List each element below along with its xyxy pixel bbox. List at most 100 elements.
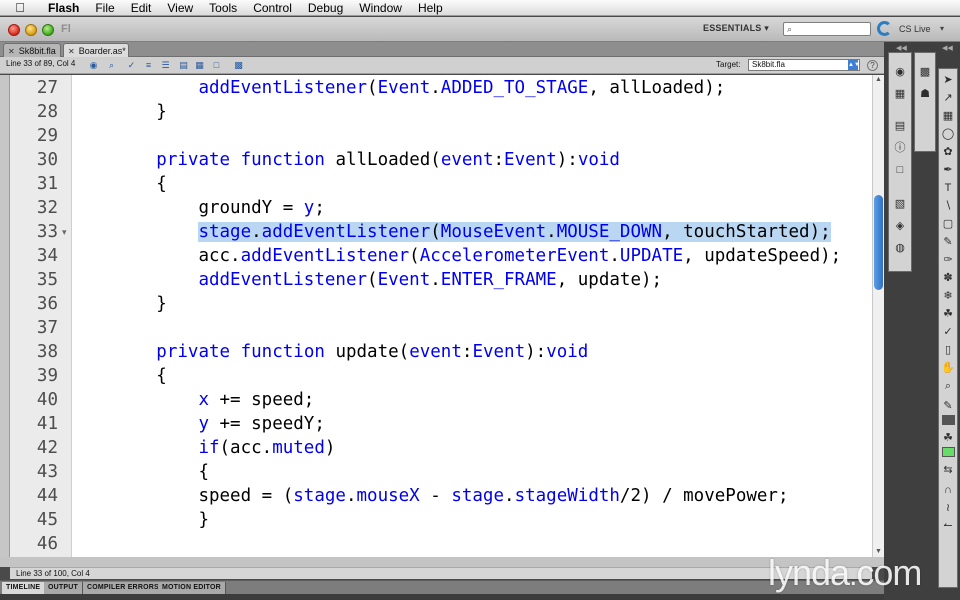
code-line[interactable]: } [72,100,167,124]
apple-menu-icon[interactable]:  [0,0,40,15]
auto-format-icon[interactable]: ≡ [143,60,154,71]
panel-icon-column-2: ▩ ☗ [914,52,936,152]
code-line[interactable]: x += speed; [72,388,314,412]
fill-color-icon[interactable]: ☘ [941,431,955,445]
pen-tool-icon[interactable]: ✒ [941,163,955,177]
close-tab-icon[interactable]: ✕ [68,47,75,56]
vertical-scrollbar[interactable]: ▲ ▼ [872,75,884,557]
pencil-tool-icon[interactable]: ✎ [941,235,955,249]
info-panel-icon[interactable]: ⓘ [893,141,907,155]
paint-bucket-tool-icon[interactable]: ☘ [941,307,955,321]
expand-icon[interactable]: ▦ [194,60,205,71]
text-tool-icon[interactable]: T [941,181,955,195]
subselection-tool-icon[interactable]: ↗ [941,91,955,105]
show-code-hint-icon[interactable]: ☰ [160,60,171,71]
code-line[interactable]: private function allLoaded(event:Event):… [72,148,620,172]
line-tool-icon[interactable]: ∖ [941,199,955,213]
code-line[interactable]: stage.addEventListener(MouseEvent.MOUSE_… [72,220,831,244]
code-snippets-icon[interactable]: ▩ [233,60,244,71]
menu-window[interactable]: Window [351,0,410,16]
eyedropper-tool-icon[interactable]: ✓ [941,325,955,339]
code-line[interactable]: acc.addEventListener(AccelerometerEvent.… [72,244,841,268]
menu-debug[interactable]: Debug [300,0,351,16]
menu-view[interactable]: View [159,0,201,16]
collapse-icon[interactable]: ▤ [178,60,189,71]
insert-target-path-icon[interactable]: ◉ [88,60,99,71]
properties-panel-icon[interactable]: ▩ [918,65,932,79]
history-panel-icon[interactable]: ▧ [893,197,907,211]
eraser-tool-icon[interactable]: ▯ [941,343,955,357]
lasso-tool-icon[interactable]: ✿ [941,145,955,159]
target-select[interactable]: Sk8bit.fla ▲▼ [748,59,860,71]
close-tab-icon[interactable]: ✕ [8,47,15,56]
code-line[interactable]: speed = (stage.mouseX - stage.stageWidth… [72,484,788,508]
transform-panel-icon[interactable]: □ [893,163,907,177]
tab-output[interactable]: OUTPUT [44,582,83,594]
3d-rotation-tool-icon[interactable]: ◯ [941,127,955,141]
scroll-up-icon[interactable]: ▲ [873,75,884,85]
stroke-color-swatch[interactable] [942,415,955,425]
tab-boarder-as[interactable]: ✕ Boarder.as* [63,43,129,57]
bone-tool-icon[interactable]: ❄ [941,289,955,303]
cs-live-label[interactable]: CS Live [899,24,931,34]
align-panel-icon[interactable]: ▤ [893,119,907,133]
code-line[interactable]: groundY = y; [72,196,324,220]
menu-file[interactable]: File [87,0,122,16]
hand-tool-icon[interactable]: ✋ [941,361,955,375]
chevron-down-icon[interactable]: ▾ [940,24,944,33]
cs-live-icon[interactable] [877,21,892,36]
smooth-icon[interactable]: ≀ [941,501,955,515]
panel-collapse-edge[interactable] [0,75,10,557]
scrollbar-thumb[interactable] [874,195,883,290]
straighten-icon[interactable]: ↼ [941,519,955,533]
motion-presets-icon[interactable]: ◍ [893,241,907,255]
minimize-window-button[interactable] [25,24,37,36]
fill-color-swatch[interactable] [942,447,955,457]
code-line[interactable]: { [72,364,167,388]
code-line[interactable]: { [72,460,209,484]
code-editor[interactable]: 27 28 29 30 31 32 33 ▾ 34 35 36 37 38 39 40 41 42 43 44 45 4… [10,75,872,557]
tab-motion-editor[interactable]: MOTION EDITOR [158,582,226,594]
workspace-switcher[interactable]: ESSENTIALS ▾ [703,23,769,34]
expand-panels-icon[interactable]: ◀◀ [896,44,907,52]
components-panel-icon[interactable]: ◈ [893,219,907,233]
selection-tool-icon[interactable]: ➤ [941,73,955,87]
code-line[interactable]: } [72,508,209,532]
help-icon[interactable]: ? [867,60,878,71]
library-panel-icon[interactable]: ☗ [918,87,932,101]
zoom-window-button[interactable] [42,24,54,36]
snap-to-objects-icon[interactable]: ∩ [941,483,955,497]
free-transform-tool-icon[interactable]: ▦ [941,109,955,123]
code-line[interactable]: y += speedY; [72,412,324,436]
menu-help[interactable]: Help [410,0,451,16]
check-syntax-icon[interactable]: ✓ [126,60,137,71]
code-keyword: stage [451,486,505,506]
stroke-color-icon[interactable]: ✎ [941,399,955,413]
tab-sk8bit-fla[interactable]: ✕ Sk8bit.fla [3,43,61,57]
menu-app-name[interactable]: Flash [40,0,87,16]
menu-tools[interactable]: Tools [201,0,245,16]
rectangle-tool-icon[interactable]: ▢ [941,217,955,231]
code-line[interactable]: { [72,172,167,196]
fold-arrow-icon[interactable]: ▾ [62,220,67,244]
code-line[interactable]: if(acc.muted) [72,436,335,460]
menu-edit[interactable]: Edit [123,0,160,16]
help-search-input[interactable]: ⌕ [783,22,871,36]
code-line[interactable]: addEventListener(Event.ADDED_TO_STAGE, a… [72,76,725,100]
swap-colors-icon[interactable]: ⇆ [941,463,955,477]
expand-tools-icon[interactable]: ◀◀ [942,44,953,52]
find-icon[interactable]: ⌕ [106,60,117,71]
color-panel-icon[interactable]: ◉ [893,65,907,79]
tab-compiler-errors[interactable]: COMPILER ERRORS [83,582,164,594]
code-line[interactable]: } [72,292,167,316]
swatches-panel-icon[interactable]: ▦ [893,87,907,101]
comment-icon[interactable]: □ [211,60,222,71]
brush-tool-icon[interactable]: ✑ [941,253,955,267]
deco-tool-icon[interactable]: ✽ [941,271,955,285]
menu-control[interactable]: Control [245,0,300,16]
zoom-tool-icon[interactable]: ⌕ [941,379,955,393]
code-line[interactable]: addEventListener(Event.ENTER_FRAME, upda… [72,268,662,292]
tab-timeline[interactable]: TIMELINE [2,582,46,594]
close-window-button[interactable] [8,24,20,36]
code-line[interactable]: private function update(event:Event):voi… [72,340,588,364]
